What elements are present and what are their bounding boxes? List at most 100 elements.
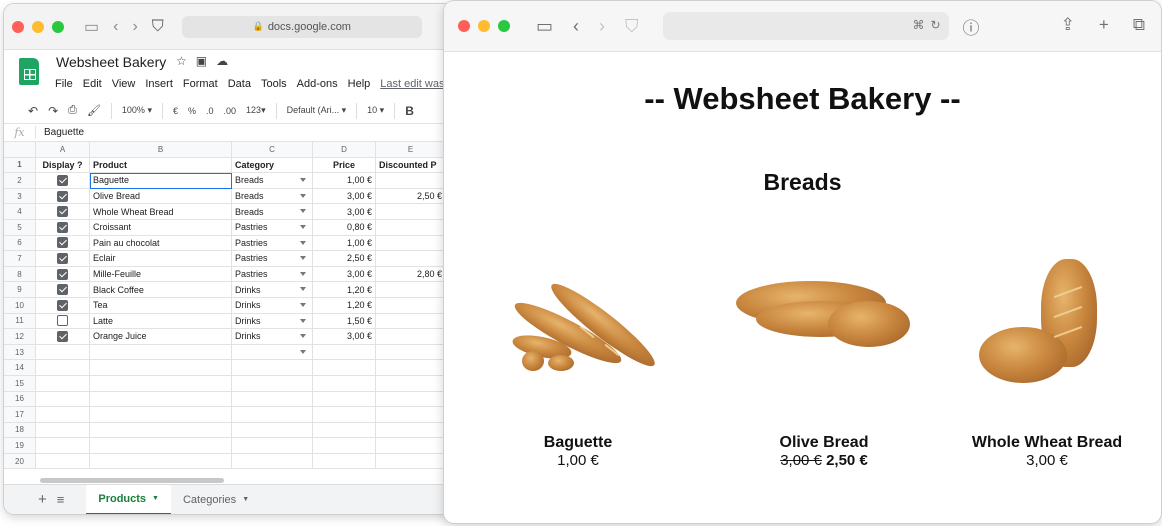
category-cell[interactable]: Pastries xyxy=(232,251,313,267)
row-number[interactable]: 18 xyxy=(4,422,36,439)
product-cell[interactable]: Baguette xyxy=(90,173,232,189)
product-card-baguette[interactable]: Baguette 1,00 € xyxy=(478,251,678,469)
product-cell[interactable]: Eclair xyxy=(90,251,232,267)
discounted-price-cell[interactable] xyxy=(376,329,446,345)
empty-cell[interactable] xyxy=(232,407,313,423)
header-product[interactable]: Product xyxy=(90,157,232,174)
display-checkbox[interactable] xyxy=(57,284,68,296)
dropdown-arrow-icon[interactable] xyxy=(300,302,306,307)
menu-file[interactable]: File xyxy=(55,78,73,90)
address-bar[interactable]: ⌘ ↻ xyxy=(662,12,949,40)
display-checkbox[interactable] xyxy=(57,330,68,342)
forward-icon[interactable]: › xyxy=(599,16,605,37)
product-cell[interactable]: Latte xyxy=(90,313,232,330)
display-cell[interactable] xyxy=(36,235,90,252)
empty-cell[interactable] xyxy=(90,453,232,470)
display-checkbox[interactable] xyxy=(57,237,68,249)
column-header-a[interactable]: A xyxy=(36,142,90,158)
dropdown-arrow-icon[interactable] xyxy=(300,224,306,229)
price-cell[interactable]: 1,50 € xyxy=(313,313,376,330)
zoom-window-button[interactable] xyxy=(498,20,510,32)
display-checkbox[interactable] xyxy=(57,268,68,280)
display-checkbox[interactable] xyxy=(57,221,68,233)
discounted-price-cell[interactable] xyxy=(376,251,446,267)
tab-categories[interactable]: Categories ▼ xyxy=(171,485,261,515)
back-icon[interactable]: ‹ xyxy=(573,16,579,37)
product-cell[interactable]: Black Coffee xyxy=(90,282,232,298)
row-number[interactable]: 11 xyxy=(4,313,36,330)
empty-cell[interactable] xyxy=(36,360,90,376)
dropdown-arrow-icon[interactable] xyxy=(300,240,306,245)
tab-products[interactable]: Products ▼ xyxy=(86,484,171,514)
font-select[interactable]: Default (Ari... ▾ xyxy=(287,105,347,116)
tab-overview-icon[interactable]: ⧉ xyxy=(1133,15,1145,35)
row-number[interactable]: 10 xyxy=(4,297,36,314)
empty-cell[interactable] xyxy=(36,344,90,361)
zoom-window-button[interactable] xyxy=(52,20,64,33)
dropdown-arrow-icon[interactable] xyxy=(300,271,306,276)
empty-cell[interactable] xyxy=(376,375,446,392)
price-cell[interactable]: 3,00 € xyxy=(313,266,376,283)
add-sheet-icon[interactable]: + xyxy=(38,491,47,508)
price-cell[interactable]: 3,00 € xyxy=(313,329,376,345)
print-icon[interactable]: ⎙ xyxy=(68,104,77,117)
address-bar[interactable]: 🔒 docs.google.com xyxy=(181,15,422,38)
dropdown-arrow-icon[interactable] xyxy=(300,209,306,214)
empty-cell[interactable] xyxy=(90,438,232,454)
display-cell[interactable] xyxy=(36,329,90,345)
empty-cell[interactable] xyxy=(232,375,313,392)
dropdown-arrow-icon[interactable] xyxy=(300,287,306,292)
price-cell[interactable]: 1,20 € xyxy=(313,282,376,298)
display-cell[interactable] xyxy=(36,204,90,220)
menu-tools[interactable]: Tools xyxy=(261,78,287,90)
horizontal-scrollbar[interactable] xyxy=(40,478,224,483)
empty-cell[interactable] xyxy=(90,391,232,408)
product-cell[interactable]: Pain au chocolat xyxy=(90,235,232,252)
document-title[interactable]: Websheet Bakery xyxy=(56,54,166,70)
display-checkbox[interactable] xyxy=(57,190,68,202)
category-cell[interactable]: Breads xyxy=(232,188,313,205)
row-number[interactable]: 14 xyxy=(4,360,36,376)
privacy-shield-icon[interactable]: ⛉ xyxy=(625,16,639,37)
privacy-shield-icon[interactable]: ⛉ xyxy=(152,18,164,36)
dropdown-arrow-icon[interactable] xyxy=(300,334,306,339)
row-number[interactable]: 9 xyxy=(4,282,36,298)
sheets-logo-icon[interactable] xyxy=(19,58,39,85)
category-cell[interactable]: Breads xyxy=(232,204,313,220)
empty-cell[interactable] xyxy=(376,360,446,376)
display-checkbox[interactable] xyxy=(57,206,68,218)
display-cell[interactable] xyxy=(36,251,90,267)
empty-cell[interactable] xyxy=(313,344,376,361)
discounted-price-cell[interactable] xyxy=(376,297,446,314)
dropdown-arrow-icon[interactable] xyxy=(300,178,306,183)
display-cell[interactable] xyxy=(36,219,90,236)
discounted-price-cell[interactable] xyxy=(376,313,446,330)
column-header-d[interactable]: D xyxy=(313,142,376,158)
menu-edit[interactable]: Edit xyxy=(83,78,102,90)
row-number[interactable]: 6 xyxy=(4,235,36,252)
star-icon[interactable]: ☆ xyxy=(176,54,187,68)
product-cell[interactable]: Mille-Feuille xyxy=(90,266,232,283)
info-icon[interactable]: ⓘ xyxy=(963,14,980,39)
close-window-button[interactable] xyxy=(458,20,470,32)
more-formats-button[interactable]: 123▾ xyxy=(246,105,266,116)
category-cell[interactable]: Drinks xyxy=(232,313,313,330)
category-cell[interactable]: Pastries xyxy=(232,235,313,252)
empty-cell[interactable] xyxy=(313,375,376,392)
discounted-price-cell[interactable] xyxy=(376,282,446,298)
product-cell[interactable]: Tea xyxy=(90,297,232,314)
discounted-price-cell[interactable] xyxy=(376,235,446,252)
product-cell[interactable]: Whole Wheat Bread xyxy=(90,204,232,220)
empty-cell[interactable] xyxy=(376,344,446,361)
display-checkbox[interactable] xyxy=(57,299,68,311)
column-header-b[interactable]: B xyxy=(90,142,232,158)
price-cell[interactable]: 0,80 € xyxy=(313,219,376,236)
empty-cell[interactable] xyxy=(313,438,376,454)
decrease-decimals-button[interactable]: .0 xyxy=(206,106,214,116)
empty-cell[interactable] xyxy=(90,344,232,361)
redo-icon[interactable]: ↷ xyxy=(48,104,58,118)
currency-format-button[interactable]: € xyxy=(173,106,178,116)
empty-cell[interactable] xyxy=(313,453,376,470)
discounted-price-cell[interactable] xyxy=(376,173,446,189)
translate-icon[interactable]: ⌘ xyxy=(912,18,924,32)
